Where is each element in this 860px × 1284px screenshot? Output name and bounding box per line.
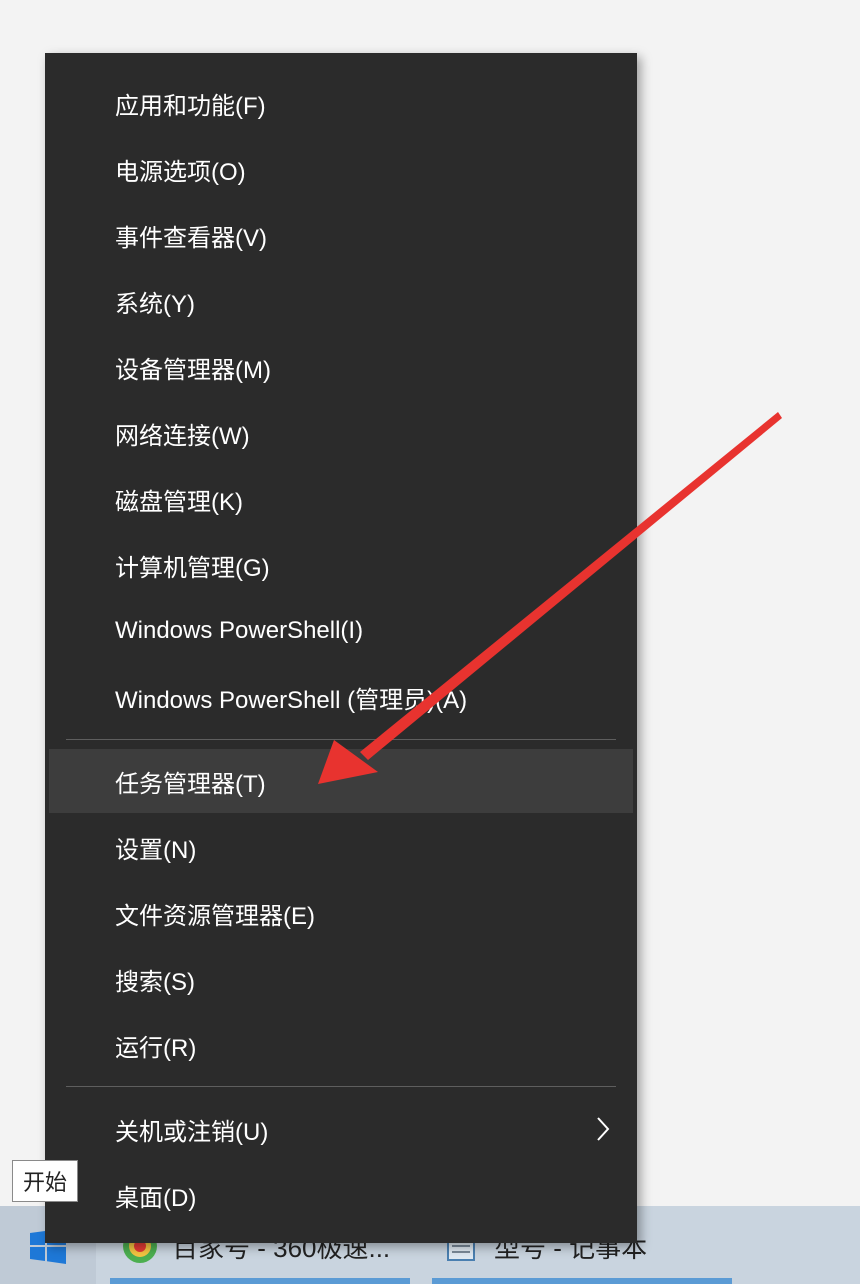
- menu-separator: [66, 739, 616, 740]
- menu-item-label: 电源选项(O): [115, 158, 246, 186]
- menu-item-search[interactable]: 搜索(S): [49, 947, 633, 1011]
- menu-item-label: 文件资源管理器(E): [115, 902, 315, 930]
- menu-item-label: 应用和功能(F): [115, 92, 266, 120]
- menu-item-settings[interactable]: 设置(N): [49, 815, 633, 879]
- menu-item-file-explorer[interactable]: 文件资源管理器(E): [49, 881, 633, 945]
- menu-item-shutdown-signout[interactable]: 关机或注销(U): [49, 1097, 633, 1161]
- menu-item-desktop[interactable]: 桌面(D): [49, 1163, 633, 1227]
- menu-item-system[interactable]: 系统(Y): [49, 269, 633, 333]
- menu-item-label: 计算机管理(G): [115, 554, 270, 582]
- menu-item-network-connections[interactable]: 网络连接(W): [49, 401, 633, 465]
- menu-item-label: Windows PowerShell (管理员)(A): [115, 686, 468, 714]
- start-tooltip: 开始: [12, 1160, 79, 1202]
- menu-item-disk-management[interactable]: 磁盘管理(K): [49, 467, 633, 531]
- active-indicator: [110, 1278, 410, 1284]
- menu-item-label: 磁盘管理(K): [115, 488, 243, 516]
- menu-item-label: 桌面(D): [115, 1184, 197, 1212]
- menu-item-powershell[interactable]: Windows PowerShell(I): [49, 599, 633, 663]
- menu-item-run[interactable]: 运行(R): [49, 1013, 633, 1077]
- menu-item-apps-and-features[interactable]: 应用和功能(F): [49, 71, 633, 135]
- menu-item-label: 系统(Y): [115, 290, 195, 318]
- menu-item-label: 搜索(S): [115, 968, 195, 996]
- menu-item-powershell-admin[interactable]: Windows PowerShell (管理员)(A): [49, 665, 633, 729]
- menu-item-label: 事件查看器(V): [115, 224, 267, 252]
- menu-item-label: Windows PowerShell(I): [115, 617, 364, 644]
- menu-item-device-manager[interactable]: 设备管理器(M): [49, 335, 633, 399]
- menu-item-label: 运行(R): [115, 1034, 197, 1062]
- menu-item-label: 关机或注销(U): [115, 1118, 269, 1146]
- menu-item-task-manager[interactable]: 任务管理器(T): [49, 749, 633, 813]
- menu-item-label: 设置(N): [115, 836, 197, 864]
- menu-item-label: 任务管理器(T): [115, 770, 266, 798]
- menu-item-label: 网络连接(W): [115, 422, 250, 450]
- chevron-right-icon: [597, 1117, 610, 1141]
- menu-separator: [66, 1086, 616, 1087]
- desktop: 应用和功能(F) 电源选项(O) 事件查看器(V) 系统(Y) 设备管理器(M)…: [0, 0, 860, 1284]
- active-indicator: [432, 1278, 732, 1284]
- winx-context-menu: 应用和功能(F) 电源选项(O) 事件查看器(V) 系统(Y) 设备管理器(M)…: [45, 53, 637, 1243]
- menu-item-power-options[interactable]: 电源选项(O): [49, 137, 633, 201]
- menu-item-computer-management[interactable]: 计算机管理(G): [49, 533, 633, 597]
- menu-item-event-viewer[interactable]: 事件查看器(V): [49, 203, 633, 267]
- menu-item-label: 设备管理器(M): [115, 356, 271, 384]
